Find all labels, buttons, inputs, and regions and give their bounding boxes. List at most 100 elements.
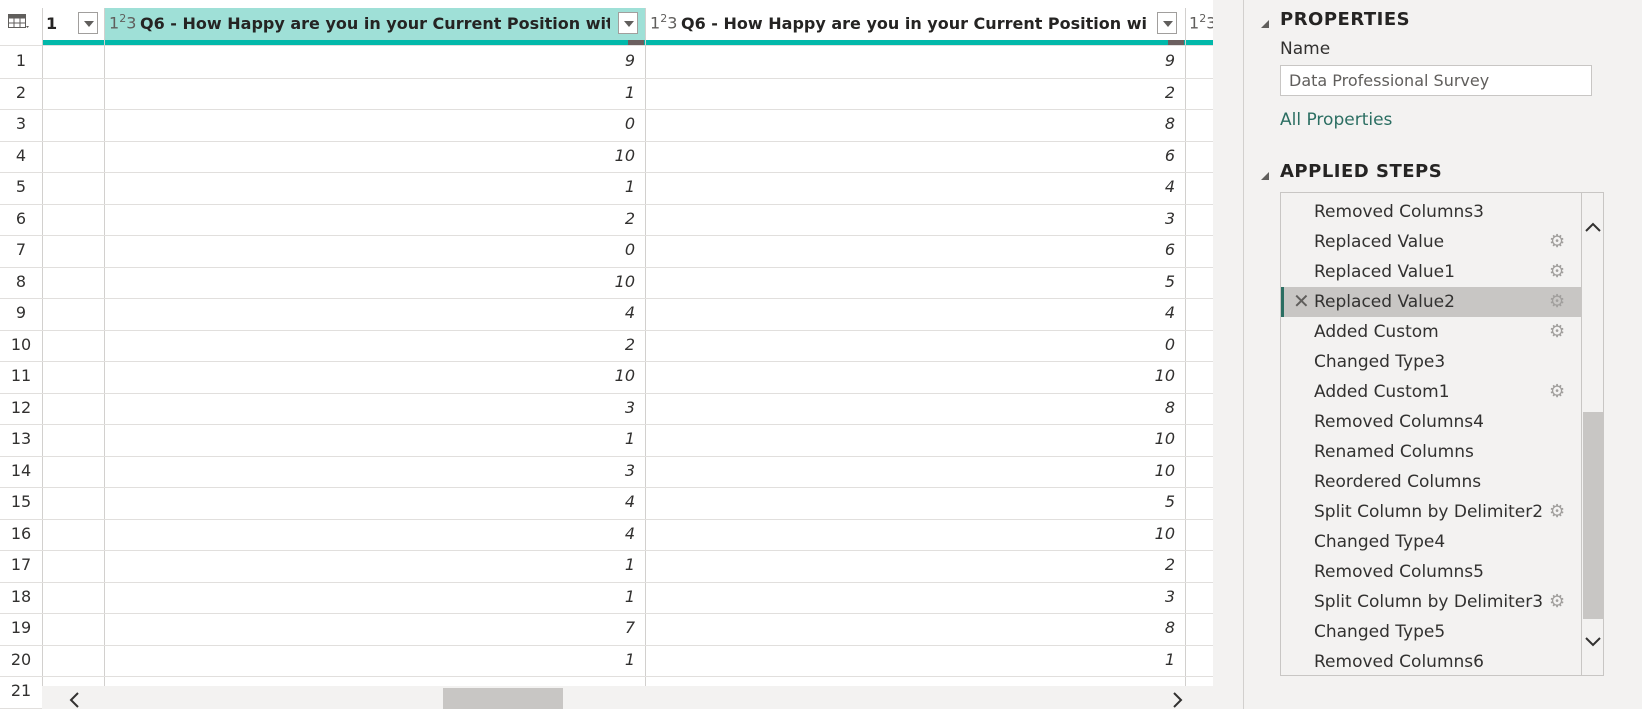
gear-icon[interactable]: ⚙ (1549, 291, 1565, 312)
table-cell[interactable]: 4 (645, 177, 1175, 196)
table-cell[interactable]: 0 (104, 114, 635, 133)
row-number[interactable]: 1 (0, 51, 42, 70)
applied-step[interactable]: ✕ Replaced Value2 ⚙ (1281, 287, 1581, 317)
column-resize-handle[interactable] (1168, 40, 1184, 45)
applied-step[interactable]: Removed Columns3 (1281, 197, 1581, 227)
collapse-applied-steps-icon[interactable] (1260, 166, 1270, 185)
table-cell[interactable]: 3 (645, 587, 1175, 606)
column-header-q6-c[interactable]: 123 Q6 (1185, 8, 1213, 46)
scroll-right-icon[interactable] (1172, 690, 1184, 709)
horizontal-scrollbar-thumb[interactable] (443, 688, 563, 709)
table-cell[interactable]: 5 (645, 272, 1175, 291)
table-cell[interactable]: 3 (104, 398, 635, 417)
applied-step[interactable]: Renamed Columns (1281, 437, 1581, 467)
row-number[interactable]: 11 (0, 366, 42, 385)
table-menu-header[interactable] (0, 8, 42, 46)
table-cell[interactable]: 1 (104, 650, 635, 669)
column-resize-handle[interactable] (628, 40, 644, 45)
table-cell[interactable]: 10 (104, 366, 635, 385)
applied-step[interactable]: Replaced Value ⚙ (1281, 227, 1581, 257)
table-cell[interactable]: 1 (104, 177, 635, 196)
table-cell[interactable]: 8 (645, 114, 1175, 133)
applied-step[interactable]: Split Column by Delimiter3 ⚙ (1281, 587, 1581, 617)
table-cell[interactable]: 10 (104, 272, 635, 291)
table-cell[interactable]: 0 (645, 335, 1175, 354)
number-type-icon[interactable]: 123 (650, 12, 677, 32)
row-number[interactable]: 6 (0, 209, 42, 228)
table-cell[interactable]: 3 (104, 461, 635, 480)
row-number[interactable]: 5 (0, 177, 42, 196)
applied-step[interactable]: Changed Type5 (1281, 617, 1581, 647)
row-number[interactable]: 21 (0, 681, 42, 700)
table-cell[interactable]: 1 (104, 555, 635, 574)
table-cell[interactable]: 9 (104, 51, 635, 70)
table-cell[interactable]: 2 (104, 335, 635, 354)
applied-step[interactable]: Added Custom1 ⚙ (1281, 377, 1581, 407)
table-cell[interactable]: 3 (645, 209, 1175, 228)
table-cell[interactable]: 10 (645, 366, 1175, 385)
gear-icon[interactable]: ⚙ (1549, 231, 1565, 252)
row-number[interactable]: 7 (0, 240, 42, 259)
collapse-properties-icon[interactable] (1260, 14, 1270, 33)
table-cell[interactable]: 4 (104, 524, 635, 543)
table-cell[interactable]: 7 (104, 618, 635, 637)
gear-icon[interactable]: ⚙ (1549, 501, 1565, 522)
row-number[interactable]: 16 (0, 524, 42, 543)
gear-icon[interactable]: ⚙ (1549, 321, 1565, 342)
gear-icon[interactable]: ⚙ (1549, 591, 1565, 612)
row-number[interactable]: 2 (0, 83, 42, 102)
table-cell[interactable]: 5 (645, 492, 1175, 511)
row-number[interactable]: 19 (0, 618, 42, 637)
row-number[interactable]: 13 (0, 429, 42, 448)
table-cell[interactable]: 8 (645, 398, 1175, 417)
all-properties-link[interactable]: All Properties (1280, 110, 1392, 130)
number-type-icon[interactable]: 123 (109, 12, 136, 32)
gear-icon[interactable]: ⚙ (1549, 261, 1565, 282)
column-header-q6-a[interactable]: 123 Q6 - How Happy are you in your Curre… (104, 8, 645, 46)
applied-step[interactable]: Removed Columns5 (1281, 557, 1581, 587)
table-cell[interactable]: 6 (645, 146, 1175, 165)
table-cell[interactable]: 8 (645, 618, 1175, 637)
applied-step[interactable]: Changed Type3 (1281, 347, 1581, 377)
row-number[interactable]: 9 (0, 303, 42, 322)
table-cell[interactable]: 1 (104, 83, 635, 102)
table-cell[interactable]: 1 (104, 429, 635, 448)
number-type-icon[interactable]: 123 (1189, 12, 1213, 32)
table-cell[interactable]: 2 (645, 555, 1175, 574)
table-cell[interactable]: 9 (645, 51, 1175, 70)
row-number[interactable]: 17 (0, 555, 42, 574)
horizontal-scrollbar-track[interactable] (42, 686, 1213, 709)
applied-step[interactable]: Added Custom ⚙ (1281, 317, 1581, 347)
scroll-left-icon[interactable] (68, 690, 80, 709)
table-icon[interactable] (8, 14, 30, 34)
row-number[interactable]: 3 (0, 114, 42, 133)
column-filter-dropdown[interactable] (78, 12, 98, 34)
applied-step[interactable]: Reordered Columns (1281, 467, 1581, 497)
applied-step[interactable]: Split Column by Delimiter2 ⚙ (1281, 497, 1581, 527)
table-cell[interactable]: 4 (104, 303, 635, 322)
row-number[interactable]: 20 (0, 650, 42, 669)
row-number[interactable]: 8 (0, 272, 42, 291)
column-header-1[interactable]: 1 (42, 8, 104, 46)
table-cell[interactable]: 6 (645, 240, 1175, 259)
table-cell[interactable]: 2 (104, 209, 635, 228)
gear-icon[interactable]: ⚙ (1549, 381, 1565, 402)
table-cell[interactable]: 10 (104, 146, 635, 165)
table-cell[interactable]: 4 (645, 303, 1175, 322)
column-header-q6-b[interactable]: 123 Q6 - How Happy are you in your Curre… (645, 8, 1185, 46)
table-cell[interactable]: 0 (104, 240, 635, 259)
delete-step-icon[interactable]: ✕ (1293, 289, 1310, 313)
row-number[interactable]: 14 (0, 461, 42, 480)
row-number[interactable]: 18 (0, 587, 42, 606)
applied-step[interactable]: Replaced Value1 ⚙ (1281, 257, 1581, 287)
table-cell[interactable]: 10 (645, 429, 1175, 448)
table-cell[interactable]: 1 (645, 650, 1175, 669)
table-cell[interactable]: 10 (645, 524, 1175, 543)
table-cell[interactable]: 4 (104, 492, 635, 511)
row-number[interactable]: 15 (0, 492, 42, 511)
table-cell[interactable]: 10 (645, 461, 1175, 480)
table-cell[interactable]: 1 (104, 587, 635, 606)
applied-step[interactable]: Removed Columns6 (1281, 647, 1581, 675)
applied-step[interactable]: Removed Columns4 (1281, 407, 1581, 437)
column-filter-dropdown[interactable] (1157, 12, 1177, 34)
